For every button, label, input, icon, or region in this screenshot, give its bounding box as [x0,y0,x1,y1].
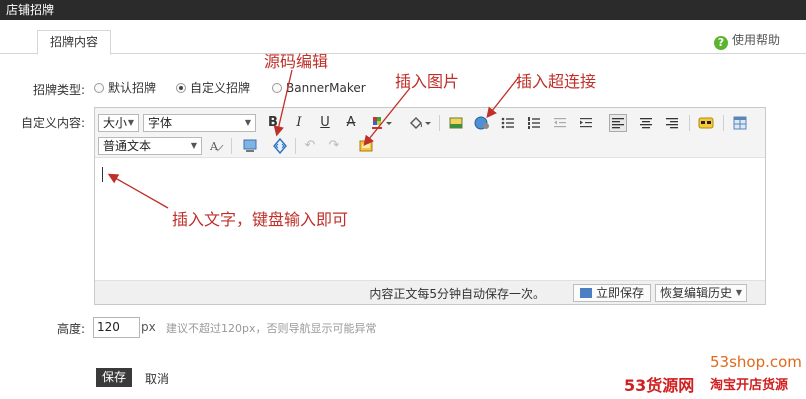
window-title: 店铺招牌 [0,0,806,20]
toolbar-separator [689,115,690,131]
save-button[interactable]: 保存 [96,368,132,387]
annotation-insert-link: 插入超连接 [516,72,597,91]
indent-icon[interactable] [577,114,595,132]
watermark-logo: 53货源网 [624,376,695,395]
custom-content-label: 自定义内容: [21,116,86,130]
image-icon[interactable] [447,114,465,132]
align-right-icon[interactable] [663,114,681,132]
tab-bar: 招牌内容 ? 使用帮助 [0,30,806,55]
help-label: 使用帮助 [731,33,780,47]
radio-circle [272,83,282,93]
bold-icon[interactable]: B [264,114,282,132]
annotation-insert-text: 插入文字，键盘输入即可 [172,210,349,229]
link-icon[interactable] [473,114,491,132]
radio-circle [94,83,104,93]
signboard-type-label: 招牌类型: [33,83,86,97]
toolbar-separator [439,115,440,131]
emoticon-icon[interactable] [697,114,715,132]
save-now-label: 立即保存 [595,286,644,300]
save-icon [579,288,592,298]
autosave-notice: 内容正文每5分钟自动保存一次。 [369,287,545,301]
restore-history-label: 恢复编辑历史 [660,286,733,300]
source-code-icon[interactable] [271,137,289,155]
font-family-value: 字体 [148,116,173,130]
unordered-list-icon[interactable] [499,114,517,132]
background-color-icon[interactable] [407,114,433,132]
align-center-icon[interactable] [637,114,655,132]
annotation-insert-image: 插入图片 [395,72,460,91]
redo-icon[interactable]: ↷ [325,137,343,155]
annotation-source-edit: 源码编辑 [264,52,329,71]
clear-format-icon[interactable]: A [207,137,225,155]
paragraph-format-value: 普通文本 [103,139,152,153]
text-color-icon[interactable] [370,114,396,132]
height-unit: px [141,320,156,334]
editor-toolbar: 大小 ▼ 字体 ▼ B I U A 普通文本 ▼ A ↶ ↷ [95,108,765,158]
toolbar-separator [723,115,724,131]
insert-image-icon[interactable] [357,137,375,155]
cancel-button[interactable]: 取消 [145,370,169,387]
watermark-site: 53shop.com [710,353,802,371]
font-size-select[interactable]: 大小 ▼ [98,114,139,132]
radio-circle-selected [176,83,186,93]
align-left-icon[interactable] [609,114,627,132]
radio-label: 默认招牌 [108,81,157,95]
save-now-button[interactable]: 立即保存 [572,284,651,302]
italic-icon[interactable]: I [290,114,308,132]
underline-icon[interactable]: U [316,114,334,132]
outdent-icon[interactable] [551,114,569,132]
toolbar-separator [231,138,232,154]
help-link[interactable]: ? 使用帮助 [713,31,780,50]
watermark-slogan: 淘宝开店货源 [710,378,789,393]
chevron-down-icon: ▼ [190,141,197,150]
radio-custom-signboard[interactable]: 自定义招牌 [176,81,250,95]
question-icon: ? [713,36,728,50]
radio-label: 自定义招牌 [190,81,251,95]
font-size-value: 大小 [103,116,128,130]
chevron-down-icon: ▼ [127,118,134,127]
radio-label: BannerMaker [286,81,366,95]
table-icon[interactable] [731,114,749,132]
chevron-down-icon: ▼ [244,118,251,127]
strikethrough-icon[interactable]: A [342,114,360,132]
tab-signboard-content[interactable]: 招牌内容 [37,30,111,55]
radio-default-signboard[interactable]: 默认招牌 [94,81,156,95]
text-cursor [102,167,103,182]
restore-history-select[interactable]: 恢复编辑历史 ▼ [655,284,747,302]
undo-icon[interactable]: ↶ [301,137,319,155]
paragraph-format-select[interactable]: 普通文本 ▼ [98,137,202,155]
chevron-down-icon: ▼ [735,288,742,297]
height-input[interactable]: 120 [93,317,140,338]
radio-bannermaker[interactable]: BannerMaker [272,81,366,95]
insert-block-icon[interactable] [241,137,259,155]
editor-statusbar: 内容正文每5分钟自动保存一次。 立即保存 恢复编辑历史 ▼ [95,280,765,304]
height-label: 高度: [57,322,86,336]
toolbar-separator [295,138,296,154]
font-family-select[interactable]: 字体 ▼ [143,114,256,132]
ordered-list-icon[interactable] [525,114,543,132]
height-hint: 建议不超过120px，否则导航显示可能异常 [166,322,377,335]
